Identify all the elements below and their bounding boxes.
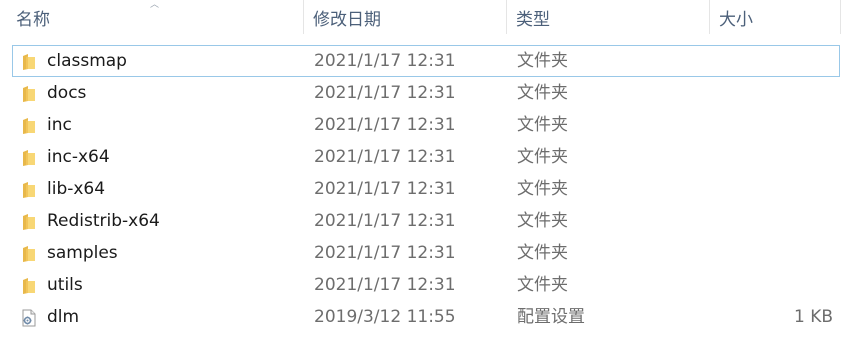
file-size: 1 KB — [793, 307, 833, 327]
file-date: 2021/1/17 12:31 — [314, 275, 456, 295]
column-header-size-label: 大小 — [719, 9, 753, 30]
config-file-icon — [22, 309, 36, 327]
column-divider[interactable] — [840, 0, 841, 34]
file-date: 2021/1/17 12:31 — [314, 179, 456, 199]
file-type: 文件夹 — [517, 243, 568, 263]
folder-icon — [23, 246, 35, 262]
folder-icon — [23, 150, 35, 166]
sort-ascending-icon: ︿ — [150, 0, 160, 10]
file-name: inc-x64 — [47, 147, 110, 167]
file-date: 2021/1/17 12:31 — [314, 83, 456, 103]
file-name: inc — [47, 115, 72, 135]
folder-icon — [23, 54, 35, 70]
file-type: 文件夹 — [517, 179, 568, 199]
file-type: 文件夹 — [517, 83, 568, 103]
column-header-date-modified[interactable]: 修改日期 — [304, 0, 507, 34]
file-row-utils[interactable]: utils 2021/1/17 12:31 文件夹 — [12, 269, 840, 301]
file-row-classmap[interactable]: classmap 2021/1/17 12:31 文件夹 — [12, 45, 840, 77]
file-date: 2019/3/12 11:55 — [314, 307, 456, 327]
column-header-size[interactable]: 大小 — [710, 0, 840, 34]
file-list: classmap 2021/1/17 12:31 文件夹 docs 2021/1… — [12, 45, 840, 333]
folder-icon — [23, 182, 35, 198]
folder-icon — [23, 278, 35, 294]
folder-icon — [23, 214, 35, 230]
column-header-type-label: 类型 — [516, 9, 550, 30]
file-type: 文件夹 — [517, 147, 568, 167]
file-row-docs[interactable]: docs 2021/1/17 12:31 文件夹 — [12, 77, 840, 109]
folder-icon — [23, 118, 35, 134]
column-header-date-label: 修改日期 — [313, 9, 381, 30]
file-name: utils — [47, 275, 83, 295]
file-date: 2021/1/17 12:31 — [314, 51, 456, 71]
file-name: Redistrib-x64 — [47, 211, 160, 231]
file-name: docs — [47, 83, 87, 103]
file-date: 2021/1/17 12:31 — [314, 115, 456, 135]
folder-icon — [23, 86, 35, 102]
file-row-redistrib-x64[interactable]: Redistrib-x64 2021/1/17 12:31 文件夹 — [12, 205, 840, 237]
file-type: 文件夹 — [517, 275, 568, 295]
file-row-inc-x64[interactable]: inc-x64 2021/1/17 12:31 文件夹 — [12, 141, 840, 173]
file-row-samples[interactable]: samples 2021/1/17 12:31 文件夹 — [12, 237, 840, 269]
file-name: dlm — [47, 307, 80, 327]
file-name: samples — [47, 243, 118, 263]
file-date: 2021/1/17 12:31 — [314, 243, 456, 263]
file-date: 2021/1/17 12:31 — [314, 147, 456, 167]
file-date: 2021/1/17 12:31 — [314, 211, 456, 231]
file-row-inc[interactable]: inc 2021/1/17 12:31 文件夹 — [12, 109, 840, 141]
file-name: lib-x64 — [47, 179, 106, 199]
file-name: classmap — [47, 51, 127, 71]
file-row-lib-x64[interactable]: lib-x64 2021/1/17 12:31 文件夹 — [12, 173, 840, 205]
column-header-type[interactable]: 类型 — [507, 0, 710, 34]
column-header-bar: 名称 ︿ 修改日期 类型 大小 — [0, 0, 864, 34]
file-row-dlm[interactable]: dlm 2019/3/12 11:55 配置设置 1 KB — [12, 301, 840, 333]
file-type: 文件夹 — [517, 51, 568, 71]
file-type: 配置设置 — [517, 307, 585, 327]
column-header-name-label: 名称 — [16, 9, 50, 30]
file-type: 文件夹 — [517, 211, 568, 231]
file-type: 文件夹 — [517, 115, 568, 135]
